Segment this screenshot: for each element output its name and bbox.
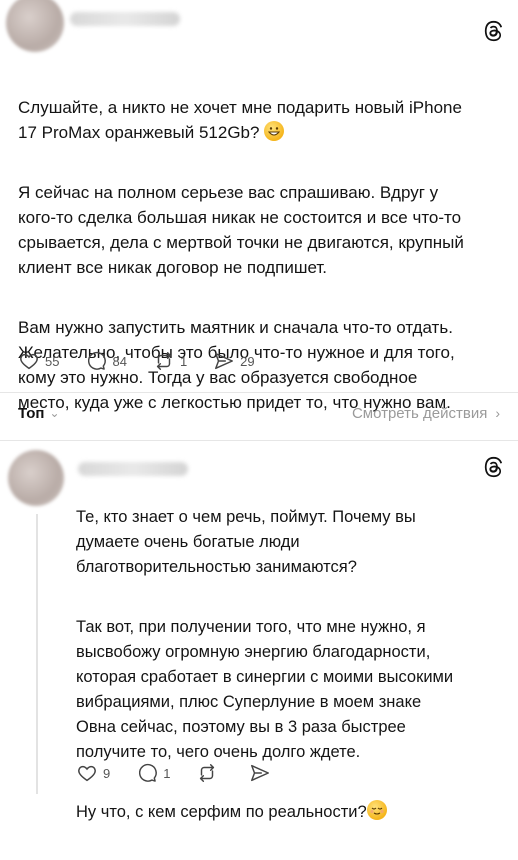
repost-count: 1 — [179, 353, 188, 369]
share-button[interactable]: 29 — [213, 350, 255, 372]
post-paragraph-1: Слушайте, а никто не хочет мне подарить … — [18, 98, 462, 142]
view-actions-link[interactable]: Смотреть действия › — [352, 405, 500, 422]
sort-label: Топ — [18, 404, 45, 422]
like-button[interactable]: 55 — [18, 350, 59, 372]
author-name-blurred[interactable] — [70, 12, 180, 26]
reply-paragraph-3: Ну что, с кем серфим по реальности? — [76, 800, 506, 825]
reply-author-avatar[interactable] — [8, 450, 64, 506]
threads-logo-icon-reply[interactable] — [482, 456, 504, 478]
sort-dropdown[interactable]: Топ ⌄ — [18, 405, 60, 422]
divider-top — [0, 392, 518, 393]
reply-like-button[interactable]: 9 — [76, 762, 110, 784]
heart-icon — [78, 765, 96, 782]
relieved-face-emoji-icon — [366, 800, 387, 820]
reply-body: Те, кто знает о чем речь, поймут. Почему… — [76, 480, 506, 860]
reply-share-button[interactable] — [249, 762, 276, 784]
post-actions: 55 84 1 29 — [18, 350, 281, 372]
grinning-face-emoji-icon — [264, 121, 285, 141]
comment-button[interactable]: 84 — [85, 350, 127, 372]
chevron-down-icon: ⌄ — [49, 406, 60, 420]
repost-button[interactable]: 1 — [153, 350, 187, 372]
reply-comment-count: 1 — [163, 765, 171, 781]
share-count: 29 — [240, 353, 255, 369]
reply-comment-button[interactable]: 1 — [136, 762, 170, 784]
threads-logo-icon[interactable] — [482, 20, 504, 42]
like-count: 55 — [45, 353, 60, 369]
reply-author-name-blurred[interactable] — [78, 462, 188, 476]
send-icon — [251, 764, 270, 782]
post-body: Слушайте, а никто не хочет мне подарить … — [18, 70, 508, 450]
comment-bubble-icon — [139, 763, 158, 782]
reply-actions: 9 1 — [76, 762, 302, 784]
heart-icon — [20, 353, 38, 370]
replies-sortbar: Топ ⌄ Смотреть действия › — [18, 400, 500, 426]
comment-bubble-icon — [88, 351, 107, 370]
chevron-right-icon: › — [495, 405, 500, 421]
reply-paragraph-1: Те, кто знает о чем речь, поймут. Почему… — [76, 508, 416, 576]
reply-repost-button[interactable] — [196, 762, 223, 784]
reply-paragraph-2: Так вот, при получении того, что мне нуж… — [76, 618, 454, 761]
reply-thread-line — [36, 514, 38, 794]
divider-bottom — [0, 440, 518, 441]
post-paragraph-2: Я сейчас на полном серьезе вас спрашиваю… — [18, 183, 464, 277]
view-actions-label: Смотреть действия — [351, 404, 488, 422]
repost-icon — [200, 764, 215, 782]
send-icon — [215, 352, 234, 370]
author-avatar[interactable] — [6, 0, 64, 52]
reply-like-count: 9 — [103, 765, 111, 781]
repost-icon — [156, 352, 172, 370]
comment-count: 84 — [112, 353, 127, 369]
